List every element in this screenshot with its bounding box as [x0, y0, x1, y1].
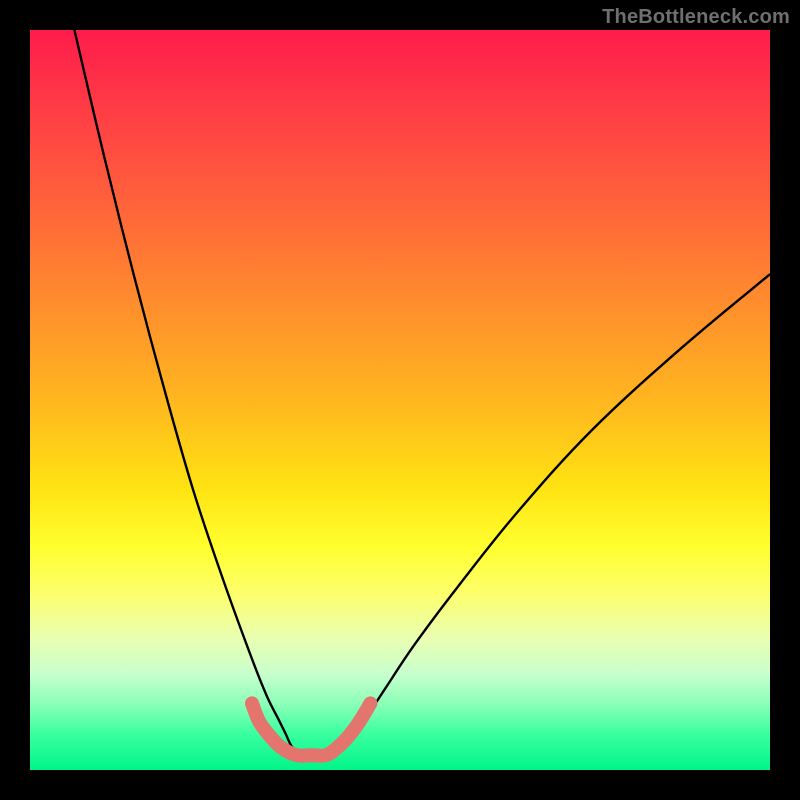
curve-floor-band — [252, 703, 370, 755]
curve-right-branch — [333, 274, 770, 755]
curve-left-branch — [74, 30, 303, 755]
plot-area — [30, 30, 770, 770]
watermark-text: TheBottleneck.com — [602, 6, 790, 29]
chart-stage: TheBottleneck.com — [0, 0, 800, 800]
curve-layer — [30, 30, 770, 770]
